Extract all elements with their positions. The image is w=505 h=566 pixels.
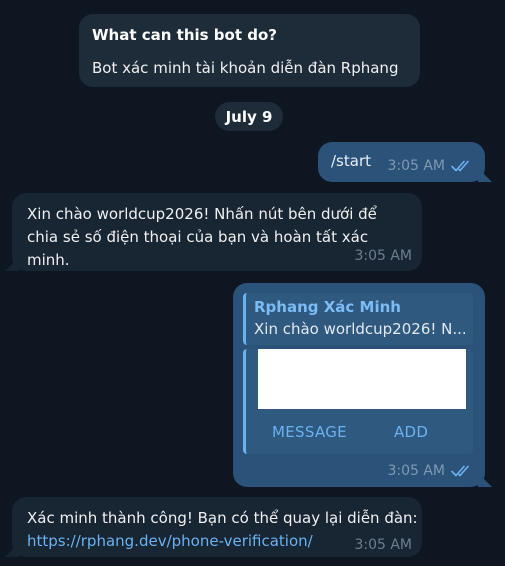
reply-snippet: Xin chào worldcup2026! N... (254, 320, 465, 338)
message-shared-contact[interactable]: Rphang Xác Minh Xin chào worldcup2026! N… (233, 283, 485, 487)
message-start[interactable]: /start 3:05 AM (318, 142, 485, 182)
add-button[interactable]: ADD (388, 419, 434, 445)
message-time: 3:05 AM (387, 463, 445, 479)
message-text: /start (331, 152, 371, 170)
message-welcome[interactable]: Xin chào worldcup2026! Nhấn nút bên dưới… (12, 193, 422, 271)
bot-description-card: What can this bot do? Bot xác minh tài k… (79, 14, 420, 87)
contact-preview-image (258, 349, 466, 409)
message-time: 3:05 AM (354, 248, 412, 264)
bot-description-text: Bot xác minh tài khoản diễn đàn Rphang (92, 59, 399, 77)
reply-sender-name: Rphang Xác Minh (254, 298, 401, 316)
double-check-icon (451, 160, 469, 172)
contact-card: MESSAGE ADD (243, 349, 473, 454)
message-meta: 3:05 AM (387, 463, 473, 479)
message-verification-success[interactable]: Xác minh thành công! Bạn có thể quay lại… (12, 497, 422, 557)
date-separator: July 9 (215, 102, 283, 131)
message-body: Xác minh thành công! Bạn có thể quay lại… (27, 509, 418, 527)
message-time: 3:05 AM (354, 537, 412, 553)
message-button[interactable]: MESSAGE (266, 419, 353, 445)
reply-preview[interactable]: Rphang Xác Minh Xin chào worldcup2026! N… (243, 293, 473, 345)
message-meta: 3:05 AM (387, 158, 473, 174)
double-check-icon (451, 465, 469, 477)
message-time: 3:05 AM (387, 158, 445, 174)
bot-description-title: What can this bot do? (92, 26, 277, 44)
verification-link[interactable]: https://rphang.dev/phone-verification/ (27, 532, 313, 550)
